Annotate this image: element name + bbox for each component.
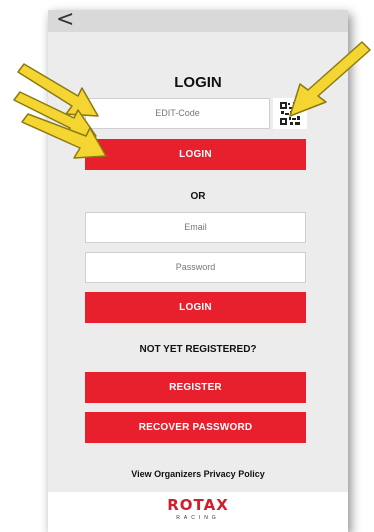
callout-arrows [13, 41, 371, 159]
callout-arrow-icon [289, 41, 371, 117]
